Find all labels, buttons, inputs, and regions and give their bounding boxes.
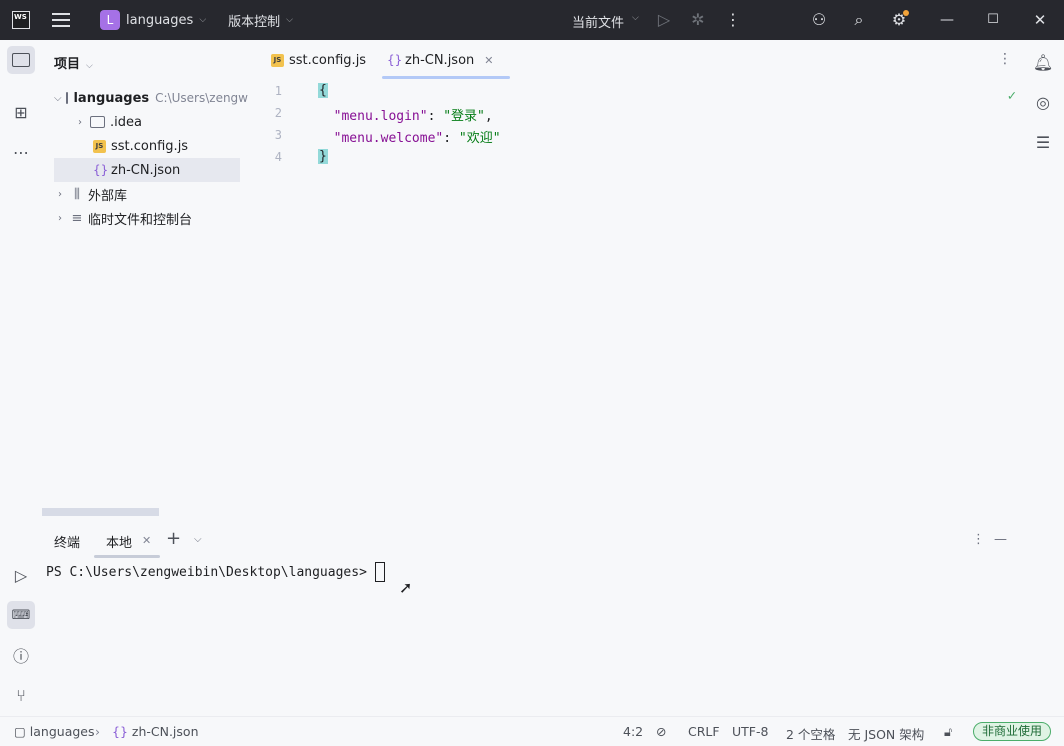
terminal-cursor [374,562,385,582]
terminal-options-icon[interactable]: ⋮ [972,532,985,547]
tree-item-languages[interactable]: ⌵ languages C:\Users\zengw [42,86,248,110]
no-problems-check-icon[interactable]: ✓ [1008,88,1016,104]
line-number: 2 [274,106,282,120]
search-icon[interactable]: ⌕ [849,10,869,30]
status-bar: ▢ languages › {} zh-CN.json 4:2 ⊘ CRLF U… [0,716,1064,746]
line-ending[interactable]: CRLF [688,724,720,739]
line-number: 3 [274,128,282,142]
code-line: "menu.welcome": "欢迎" [333,131,501,146]
main-menu-icon[interactable] [52,13,70,27]
expand-right-icon[interactable]: › [54,189,66,200]
inspection-icon[interactable]: ⊘ [656,724,666,739]
more-icon[interactable]: ⋮ [723,10,743,30]
line-number: 1 [274,84,282,98]
folder-icon [90,116,105,128]
tree-item-external-libs[interactable]: › ⫼ 外部库 [42,182,248,206]
breadcrumb-file[interactable]: {} zh-CN.json [112,724,199,739]
active-tab-underline [94,555,160,558]
project-panel-title[interactable]: 项目 ⌵ [54,53,93,72]
tab-zh-cn-json[interactable]: {} zh-CN.json ✕ [382,40,510,80]
git-tool-icon[interactable]: ⑂ [7,681,35,709]
close-tab-icon[interactable]: ✕ [484,54,493,67]
tab-options-icon[interactable]: ⋮ [998,51,1012,67]
project-name[interactable]: languages [126,13,193,28]
code-editor[interactable]: 1 2 3 4 { "menu.login": "登录", "menu.welc… [248,80,1022,510]
notifications-bell-icon[interactable]: 🔔︎ [1029,48,1057,76]
chevron-down-icon: ⌵ [286,15,293,25]
expand-right-icon[interactable]: › [54,213,66,224]
indent-setting[interactable]: 2 个空格 [786,724,835,743]
update-dot-icon [903,10,909,16]
ai-assistant-icon[interactable]: ◎ [1029,88,1057,116]
structure-tool-icon[interactable]: ⊞ [7,98,35,126]
close-tab-icon[interactable]: ✕ [142,534,151,547]
code-line: { [318,83,328,98]
json-file-icon: {} [387,53,403,67]
vcs-menu[interactable]: 版本控制 [228,11,280,30]
panel-splitter-handle[interactable] [42,508,159,516]
project-panel: 项目 ⌵ ⌵ languages C:\Users\zengw › .idea J… [42,40,248,510]
terminal-tool-icon[interactable]: ⌨ [7,601,35,629]
terminal-tab-local[interactable]: 本地 [106,532,132,551]
tree-item-sst-config[interactable]: JS sst.config.js [42,134,248,158]
webstorm-logo: WS [12,11,30,29]
chevron-down-icon: ⌵ [199,15,207,25]
json-file-icon: {} [93,163,109,177]
run-icon[interactable]: ▷ [654,10,674,30]
run-config-selector[interactable]: 当前文件 [572,12,624,31]
terminal-prompt: PS C:\Users\zengweibin\Desktop\languages… [46,564,367,580]
project-badge[interactable]: L [100,10,120,30]
mouse-pointer-icon: ➚ [399,578,413,597]
chevron-down-icon: ⌵ [632,13,639,23]
close-window-icon[interactable]: ✕ [1030,10,1050,30]
add-user-icon[interactable]: ⚇ [809,10,829,30]
more-tools-icon[interactable]: ⋯ [7,138,35,166]
json-schema[interactable]: 无 JSON 架构 [848,724,924,743]
expand-down-icon[interactable]: ⌵ [54,93,62,104]
lock-icon[interactable]: 🔓︎ [944,724,952,740]
new-terminal-plus-icon[interactable]: + [166,528,181,549]
breadcrumb-project[interactable]: ▢ languages [14,724,95,739]
hide-panel-icon[interactable]: — [994,532,1007,547]
chevron-down-icon[interactable]: ⌵ [194,534,202,545]
code-line: "menu.login": "登录", [333,109,493,124]
license-badge[interactable]: 非商业使用 [973,722,1052,741]
file-encoding[interactable]: UTF-8 [732,724,768,739]
tree-item-scratches[interactable]: › ≡ 临时文件和控制台 [42,206,248,230]
debug-icon[interactable]: ✲ [688,10,708,30]
editor-tabs: JS sst.config.js {} zh-CN.json ✕ ⋮ [248,40,1022,80]
library-icon: ⫼ [74,186,80,202]
maximize-icon[interactable]: ☐ [983,10,1003,30]
chevron-down-icon: ⌵ [86,61,93,71]
left-tool-strip: ⊞ ⋯ ▷ ⌨ ⓘ ⑂ [0,40,42,716]
expand-right-icon[interactable]: › [74,117,86,128]
services-tool-icon[interactable]: ▷ [7,561,35,589]
terminal-header: 终端 本地 ✕ + ⌵ ⋮ — [42,522,1022,558]
scratch-icon: ≡ [71,210,83,226]
js-file-icon: JS [93,139,106,153]
breadcrumb-separator-icon: › [95,724,100,739]
tab-sst-config[interactable]: JS sst.config.js [266,40,366,80]
project-tool-icon[interactable] [7,46,35,74]
problems-tool-icon[interactable]: ⓘ [7,641,35,669]
title-bar: WS L languages ⌵ 版本控制 ⌵ 当前文件 ⌵ ▷ ✲ ⋮ ⚇ ⌕… [0,0,1064,40]
js-file-icon: JS [271,53,284,67]
terminal-output[interactable]: PS C:\Users\zengweibin\Desktop\languages… [46,562,385,582]
database-icon[interactable]: ☰ [1029,128,1057,156]
line-number: 4 [274,150,282,164]
right-tool-strip: 🔔︎ ◎ ☰ [1022,40,1064,716]
tree-item-zh-cn-json[interactable]: {} zh-CN.json [54,158,240,182]
tree-item-idea[interactable]: › .idea [42,110,248,134]
code-line: } [318,149,328,164]
terminal-title: 终端 [54,536,81,551]
caret-position[interactable]: 4:2 [623,724,643,739]
folder-icon [65,92,69,104]
minimize-icon[interactable]: — [937,10,957,30]
